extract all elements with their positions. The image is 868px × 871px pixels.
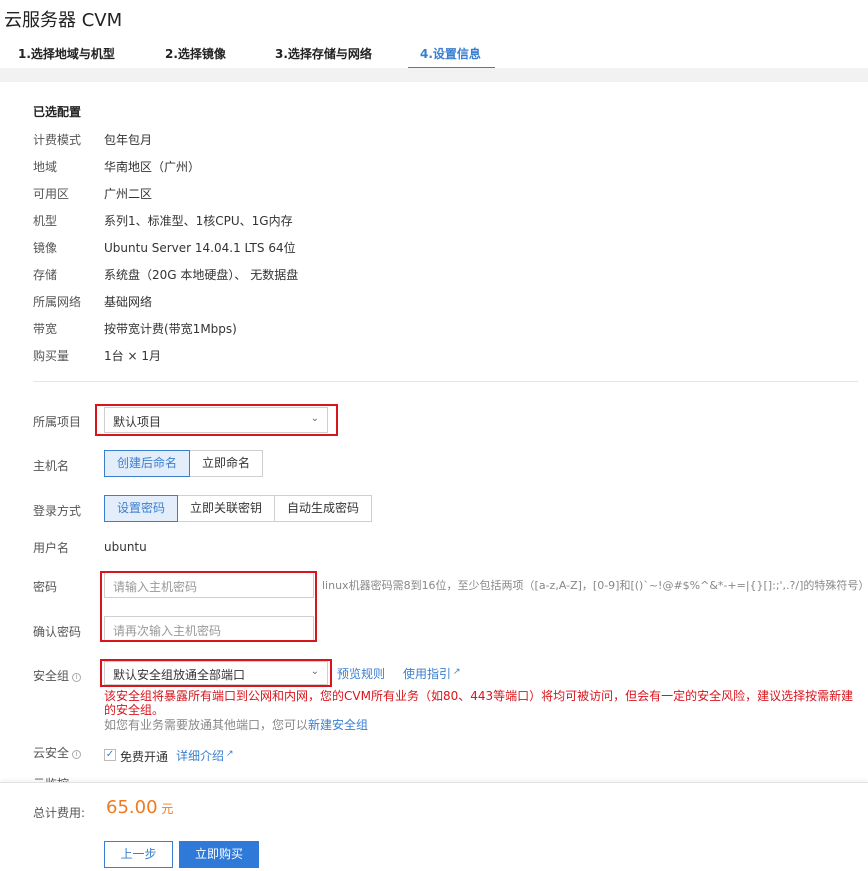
highlight-box-password (100, 571, 317, 642)
cloud-security-label: 云安全 i (33, 744, 82, 761)
total-label: 总计费用: (33, 806, 86, 820)
info-icon[interactable]: i (72, 673, 82, 682)
price-unit: 元 (161, 802, 174, 816)
hostname-option-now[interactable]: 立即命名 (189, 450, 264, 477)
external-link-icon: ↗ (226, 749, 234, 759)
cloud-security-detail[interactable]: 详细介绍 ↗ (176, 747, 234, 764)
password-label: 密码 (33, 580, 58, 594)
create-security-group-link[interactable]: 新建安全组 (308, 718, 368, 732)
summary-value: 系列1、标准型、1核CPU、1G内存 (104, 214, 293, 228)
project-label: 所属项目 (33, 415, 82, 429)
cloud-security-label-text: 云安全 (33, 746, 70, 760)
step-nav: 1.选择地域与机型 2.选择镜像 3.选择存储与网络 4.设置信息 (0, 40, 868, 69)
price-value: 65.00 (106, 797, 158, 818)
hostname-options: 创建后命名 立即命名 (104, 450, 264, 477)
summary-label: 地域 (33, 160, 58, 174)
summary-value: 按带宽计费(带宽1Mbps) (104, 322, 237, 336)
username-label: 用户名 (33, 541, 70, 555)
security-group-label: 安全组 i (33, 667, 82, 684)
security-group-label-text: 安全组 (33, 669, 70, 683)
summary-value: 系统盘（20G 本地硬盘）、 无数据盘 (104, 268, 299, 282)
login-option-password[interactable]: 设置密码 (104, 495, 179, 522)
highlight-box-project (95, 404, 338, 436)
login-option-key[interactable]: 立即关联密钥 (177, 495, 276, 522)
usage-guide-link[interactable]: 使用指引 (403, 667, 451, 681)
summary-label: 机型 (33, 214, 58, 228)
app-title: 云服务器 CVM (4, 10, 123, 31)
password-hint: linux机器密码需8到16位，至少包括两项（[a-z,A-Z]，[0-9]和[… (322, 579, 868, 592)
summary-title: 已选配置 (33, 105, 82, 119)
cloud-security-checkbox[interactable]: ✓ (104, 749, 116, 761)
security-note: 如您有业务需要放通其他端口，您可以新建安全组 (104, 716, 368, 733)
previous-step-button[interactable]: 上一步 (104, 841, 173, 868)
summary-label: 带宽 (33, 322, 58, 336)
hostname-option-later[interactable]: 创建后命名 (104, 450, 191, 477)
summary-label: 购买量 (33, 349, 70, 363)
login-label: 登录方式 (33, 504, 82, 518)
summary-value: 广州二区 (104, 187, 153, 201)
buy-now-button[interactable]: 立即购买 (179, 841, 259, 868)
confirm-label: 确认密码 (33, 625, 82, 639)
step-settings[interactable]: 4.设置信息 (420, 45, 481, 62)
total-price: 65.00 元 (106, 797, 173, 818)
username-value: ubuntu (104, 540, 147, 554)
preview-rules-link[interactable]: 预览规则 (337, 665, 385, 682)
hostname-label: 主机名 (33, 459, 70, 473)
security-warning: 该安全组将暴露所有端口到公网和内网，您的CVM所有业务（如80、443等端口）将… (104, 689, 854, 717)
section-divider (33, 381, 858, 382)
highlight-box-security-group (100, 659, 332, 687)
summary-label: 计费模式 (33, 133, 82, 147)
summary-label: 镜像 (33, 241, 58, 255)
step-region[interactable]: 1.选择地域与机型 (18, 45, 115, 62)
step-storage[interactable]: 3.选择存储与网络 (275, 45, 372, 62)
detail-link[interactable]: 详细介绍 (176, 749, 224, 763)
header-separator (0, 68, 868, 82)
summary-value: 基础网络 (104, 295, 153, 309)
summary-label: 所属网络 (33, 295, 82, 309)
login-options: 设置密码 立即关联密钥 自动生成密码 (104, 495, 373, 522)
step-image[interactable]: 2.选择镜像 (165, 45, 226, 62)
login-option-auto[interactable]: 自动生成密码 (274, 495, 373, 522)
summary-label: 存储 (33, 268, 58, 282)
cloud-monitor-label-cut: 云监控 (33, 775, 69, 782)
info-icon[interactable]: i (72, 750, 82, 759)
usage-guide[interactable]: 使用指引 ↗ (403, 665, 461, 682)
summary-value: 1台 × 1月 (104, 349, 161, 363)
summary-value: Ubuntu Server 14.04.1 LTS 64位 (104, 241, 296, 255)
summary-value: 包年包月 (104, 133, 153, 147)
security-note-text: 如您有业务需要放通其他端口，您可以 (104, 718, 309, 732)
cloud-security-checkbox-label[interactable]: 免费开通 (120, 748, 168, 765)
external-link-icon: ↗ (453, 667, 461, 677)
summary-label: 可用区 (33, 187, 70, 201)
summary-value: 华南地区（广州） (104, 160, 201, 174)
